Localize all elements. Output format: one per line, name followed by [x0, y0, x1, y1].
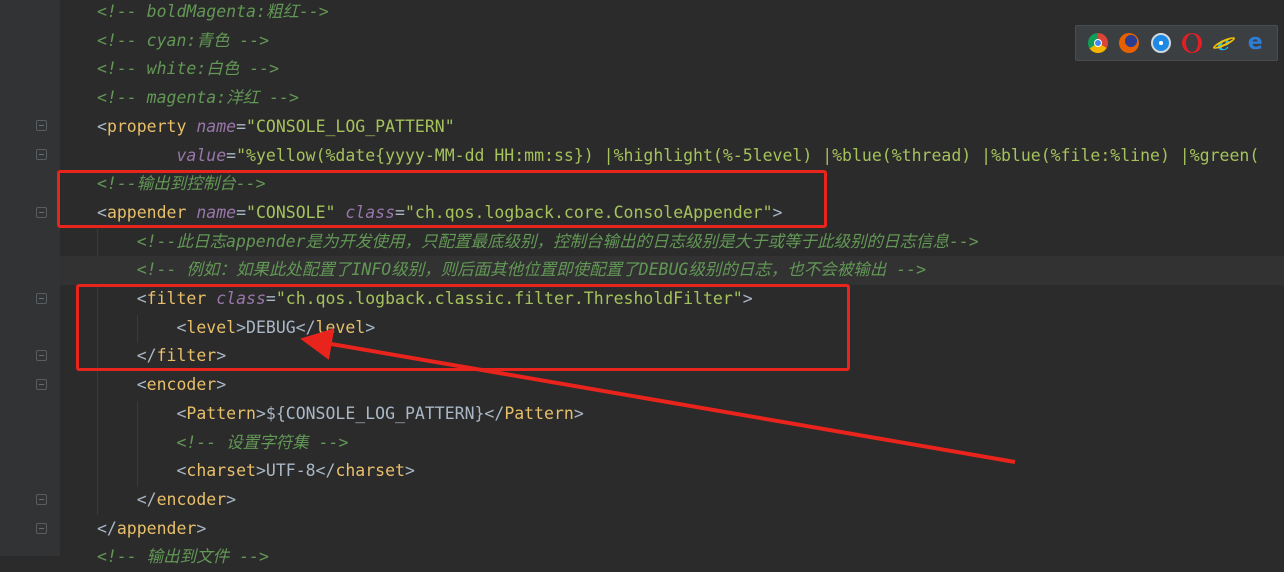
annotation-overlay	[300, 328, 1016, 464]
annotation-arrow	[300, 328, 1016, 464]
